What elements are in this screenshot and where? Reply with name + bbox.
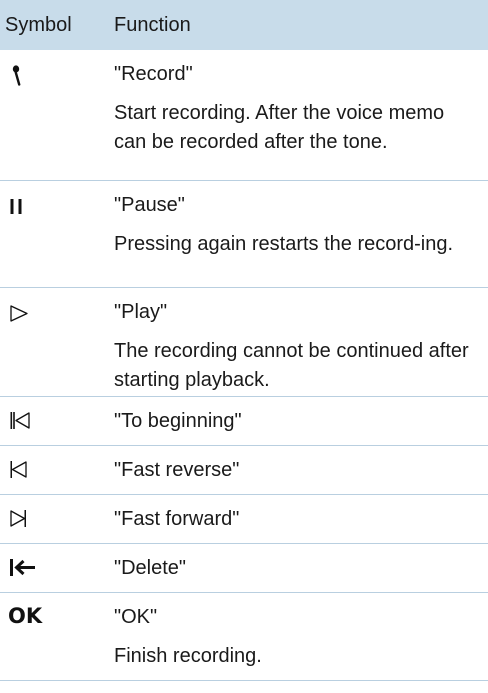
symbol-cell [0, 495, 112, 543]
header-symbol: Symbol [5, 13, 72, 36]
function-description: Finish recording. [114, 645, 262, 667]
function-cell: "Fast forward" [112, 495, 488, 543]
play-icon [10, 305, 28, 322]
function-cell: "Record" Start recording. After the voic… [112, 50, 488, 180]
function-description: Start recording. After the voice memo ca… [114, 102, 445, 153]
to-beginning-icon [10, 412, 30, 429]
fast-forward-icon [10, 510, 26, 527]
pause-icon [10, 199, 22, 214]
symbol-function-table: Symbol Function "Record" Start recording… [0, 0, 488, 681]
function-cell: "Delete" [112, 544, 488, 592]
table-header: Symbol Function [0, 0, 488, 50]
microphone-icon [12, 65, 21, 86]
table-row: "Delete" [0, 544, 488, 593]
function-title: "Record" [114, 63, 193, 85]
function-cell: "Play" The recording cannot be continued… [112, 288, 488, 396]
symbol-cell: OK [0, 593, 112, 680]
table-row: "Play" The recording cannot be continued… [0, 288, 488, 397]
function-title: "Fast forward" [114, 508, 240, 530]
table-row: "Pause" Pressing again restarts the reco… [0, 181, 488, 288]
table-row: "Fast reverse" [0, 446, 488, 495]
symbol-cell [0, 50, 112, 180]
symbol-cell [0, 181, 112, 287]
function-title: "Fast reverse" [114, 459, 240, 481]
function-description: Pressing again restarts the record-ing. [114, 233, 454, 255]
table-row: "Fast forward" [0, 495, 488, 544]
symbol-cell [0, 288, 112, 396]
fast-reverse-icon [10, 461, 27, 478]
function-cell: "To beginning" [112, 397, 488, 445]
function-title: "OK" [114, 606, 158, 628]
function-cell: "Pause" Pressing again restarts the reco… [112, 181, 488, 287]
function-title: "Pause" [114, 194, 185, 216]
function-title: "Delete" [114, 557, 187, 579]
function-title: "To beginning" [114, 410, 242, 432]
function-cell: "OK" Finish recording. [112, 593, 488, 680]
table-row: "To beginning" [0, 397, 488, 446]
table-row: OK "OK" Finish recording. [0, 593, 488, 681]
symbol-cell [0, 446, 112, 494]
table-row: "Record" Start recording. After the voic… [0, 50, 488, 181]
function-description: The recording cannot be continued after … [114, 340, 469, 391]
delete-icon [10, 559, 35, 576]
function-cell: "Fast reverse" [112, 446, 488, 494]
ok-icon: OK [8, 604, 43, 628]
header-function: Function [114, 13, 191, 36]
symbol-cell [0, 544, 112, 592]
symbol-cell [0, 397, 112, 445]
function-title: "Play" [114, 301, 168, 323]
